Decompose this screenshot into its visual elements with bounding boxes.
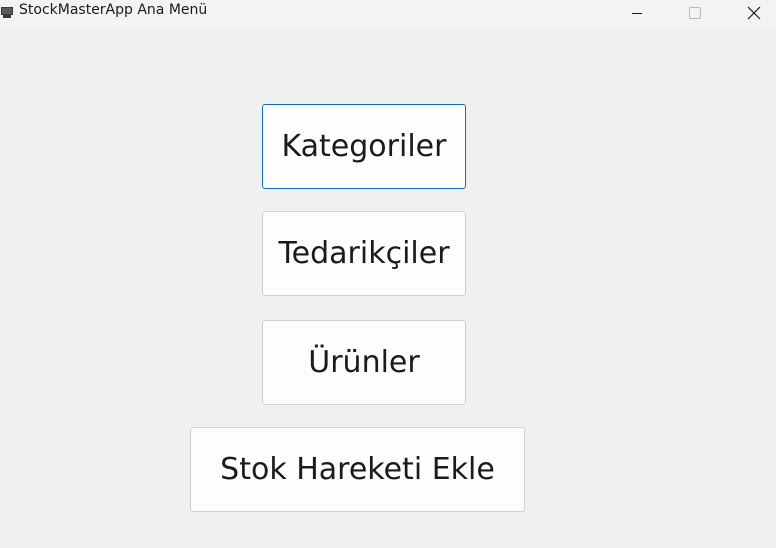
minimize-button[interactable]: [614, 0, 660, 26]
maximize-button[interactable]: [672, 0, 718, 26]
app-window-icon: [1, 4, 13, 18]
urunler-button[interactable]: Ürünler: [262, 320, 466, 405]
minimize-icon: [631, 7, 643, 19]
window-title: StockMasterApp Ana Menü: [19, 2, 208, 18]
close-icon: [747, 6, 761, 20]
stok-hareketi-ekle-button[interactable]: Stok Hareketi Ekle: [190, 427, 525, 512]
kategoriler-button[interactable]: Kategoriler: [262, 104, 466, 189]
title-bar[interactable]: StockMasterApp Ana Menü: [0, 0, 776, 26]
tedarikciler-button[interactable]: Tedarikçiler: [262, 211, 466, 296]
close-button[interactable]: [731, 0, 776, 26]
main-menu-panel: Kategoriler Tedarikçiler Ürünler Stok Ha…: [0, 26, 776, 548]
maximize-icon: [689, 7, 701, 19]
